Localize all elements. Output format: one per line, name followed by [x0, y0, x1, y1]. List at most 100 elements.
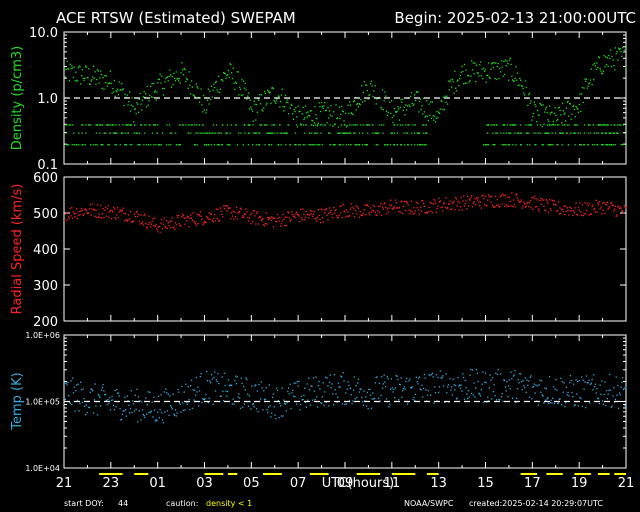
- density-point: [94, 71, 96, 73]
- speed-point: [418, 209, 420, 211]
- speed-point: [435, 211, 437, 213]
- density-point: [145, 106, 148, 108]
- speed-point: [267, 218, 270, 221]
- speed-point: [149, 222, 151, 224]
- temp-point: [179, 403, 181, 405]
- density-point: [254, 103, 256, 105]
- speed-point: [109, 209, 112, 212]
- temp-point: [70, 380, 72, 382]
- density-point: [414, 94, 416, 96]
- density-point: [463, 83, 465, 85]
- density-point: [593, 144, 596, 146]
- speed-point: [521, 207, 523, 209]
- speed-point: [535, 198, 537, 200]
- density-point: [529, 102, 531, 104]
- density-point: [265, 104, 267, 106]
- speed-point: [249, 214, 251, 216]
- density-point: [297, 105, 299, 107]
- speed-point: [408, 209, 410, 211]
- temp-point: [178, 391, 180, 393]
- density-point: [129, 144, 131, 146]
- density-point: [431, 101, 433, 103]
- speed-point: [441, 206, 443, 208]
- temp-point: [271, 396, 274, 399]
- density-point: [582, 101, 584, 104]
- density-point: [175, 132, 177, 134]
- density-point: [166, 76, 169, 78]
- temp-point: [240, 377, 242, 379]
- temp-point: [128, 404, 130, 406]
- density-point: [382, 132, 384, 134]
- speed-point: [312, 213, 315, 215]
- density-point: [458, 84, 460, 87]
- temp-point: [218, 382, 220, 385]
- speed-point: [166, 220, 168, 222]
- density-point: [509, 144, 511, 146]
- temp-point: [527, 384, 529, 386]
- x-tick-label: 23: [103, 476, 120, 491]
- density-point: [558, 124, 560, 126]
- temp-point: [231, 384, 233, 386]
- density-point: [605, 132, 607, 134]
- density-point: [145, 93, 147, 95]
- temp-point: [80, 381, 82, 383]
- speed-point: [246, 211, 248, 213]
- density-point: [89, 124, 91, 126]
- speed-point: [194, 221, 196, 223]
- speed-point: [413, 207, 415, 209]
- density-point: [248, 132, 250, 134]
- temp-point: [121, 413, 124, 415]
- temp-point: [437, 376, 439, 379]
- density-point: [386, 114, 388, 116]
- density-point: [328, 110, 331, 112]
- density-point: [217, 91, 219, 93]
- density-point: [187, 132, 189, 134]
- density-point: [283, 110, 285, 112]
- temp-point: [280, 405, 282, 407]
- speed-point: [282, 213, 284, 216]
- density-point: [573, 108, 576, 111]
- density-point: [469, 79, 471, 82]
- density-point: [412, 104, 414, 107]
- speed-point: [561, 208, 564, 211]
- temp-point: [208, 397, 210, 399]
- speed-point: [388, 207, 390, 209]
- density-point: [409, 105, 411, 108]
- speed-point: [540, 203, 543, 205]
- density-point: [544, 111, 546, 113]
- density-point: [412, 124, 414, 126]
- speed-point: [342, 203, 344, 206]
- temp-point: [125, 415, 128, 417]
- x-tick-label: 01: [149, 476, 166, 491]
- density-point: [523, 92, 525, 94]
- temp-point: [378, 382, 380, 385]
- speed-point: [338, 214, 340, 216]
- density-point: [318, 102, 320, 104]
- speed-point: [414, 210, 417, 212]
- speed-point: [531, 197, 533, 199]
- temp-point: [559, 398, 561, 400]
- temp-point: [162, 422, 165, 424]
- density-point: [410, 92, 413, 94]
- density-point: [179, 82, 181, 84]
- speed-point: [311, 210, 313, 212]
- speed-point: [200, 215, 202, 217]
- density-point: [152, 96, 154, 98]
- density-point: [76, 80, 79, 82]
- speed-point: [569, 210, 572, 212]
- temp-point: [294, 396, 296, 398]
- density-point: [111, 92, 113, 94]
- temp-point: [392, 391, 394, 393]
- density-point: [425, 115, 427, 117]
- density-point: [524, 94, 526, 96]
- temp-point: [333, 404, 335, 406]
- speed-point: [206, 215, 208, 218]
- density-point: [114, 95, 116, 98]
- density-point: [421, 105, 423, 107]
- temp-point: [335, 393, 337, 395]
- temp-point: [66, 384, 68, 386]
- temp-point: [601, 400, 604, 402]
- density-point: [228, 144, 230, 146]
- density-point: [126, 94, 128, 96]
- density-point: [593, 79, 595, 81]
